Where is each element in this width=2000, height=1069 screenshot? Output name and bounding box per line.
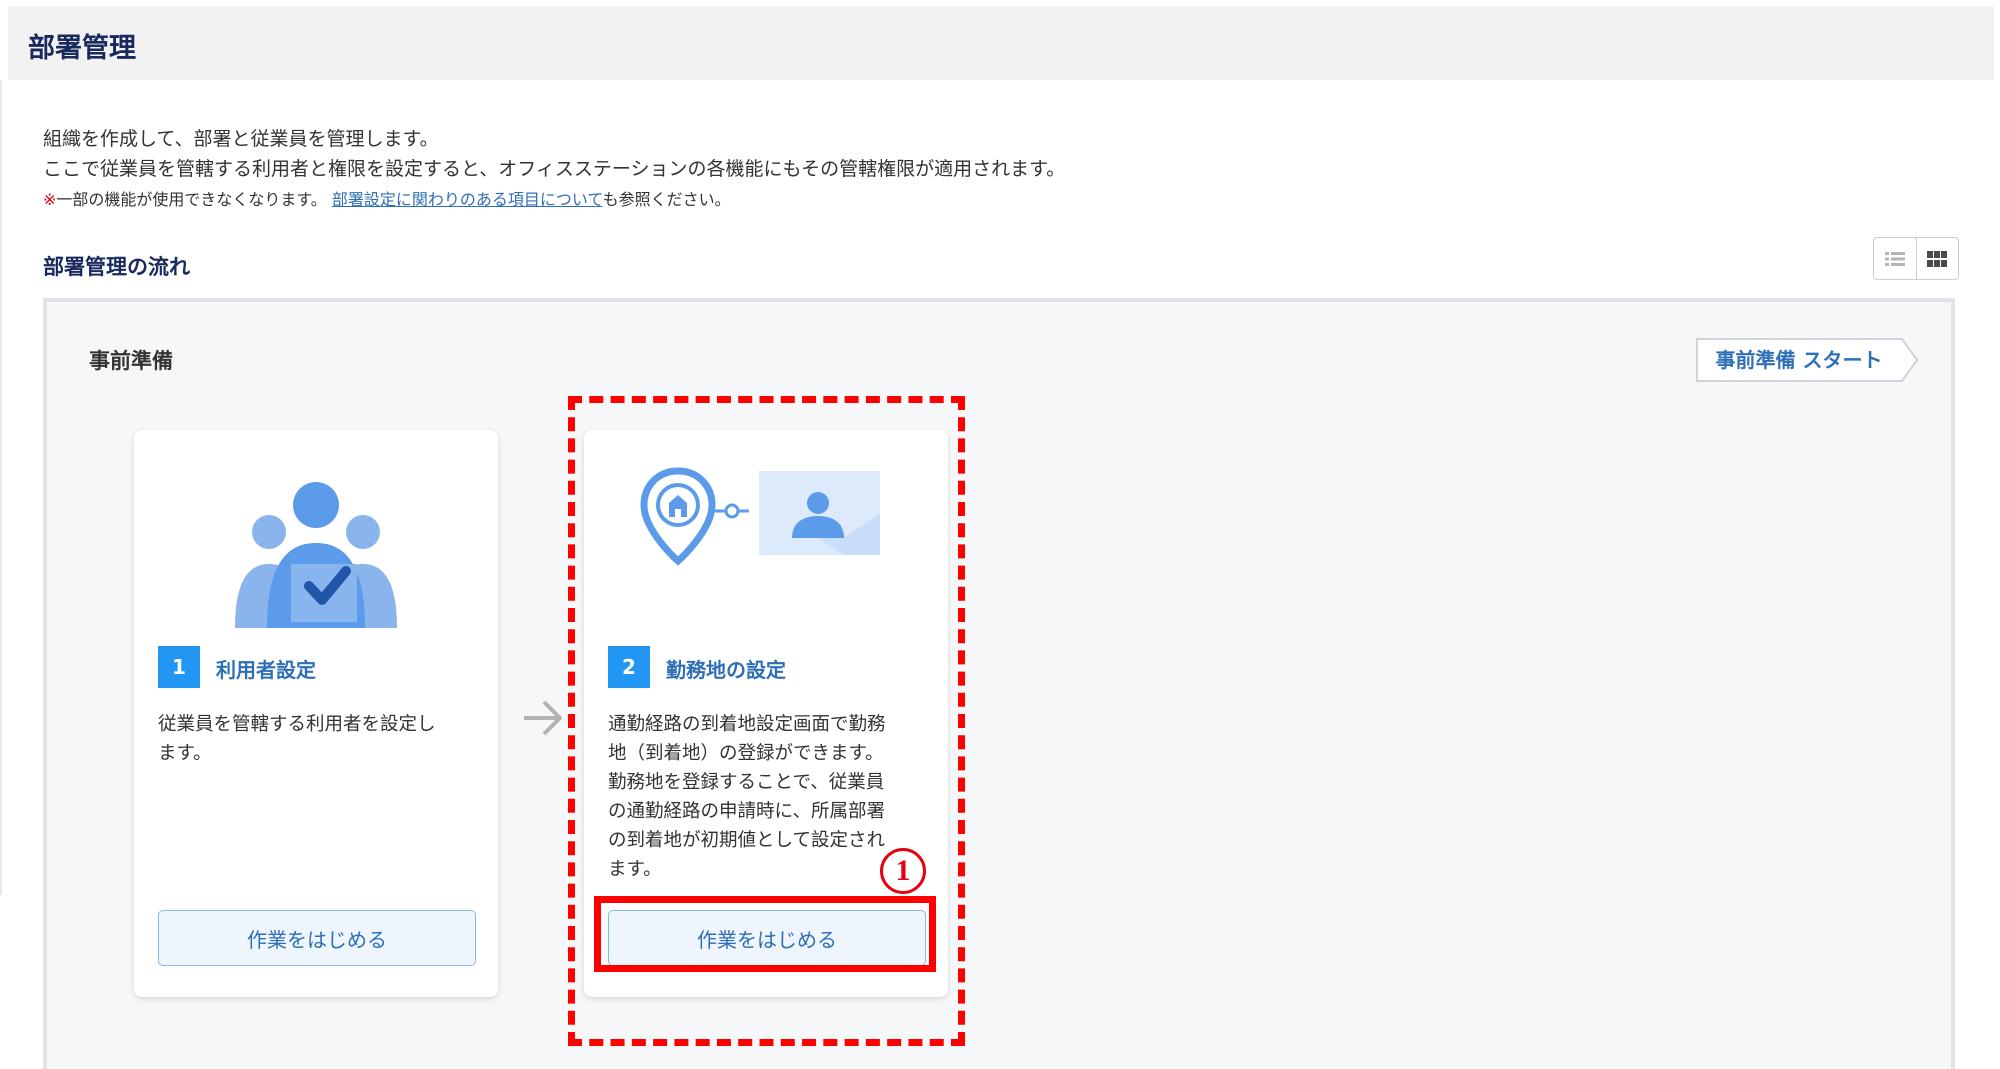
step-1-title: 利用者設定 — [216, 658, 316, 682]
step-1-desc-line: ます。 — [158, 743, 212, 764]
intro-line-1: 組織を作成して、部署と従業員を管理します。 — [43, 128, 439, 150]
notice: ※一部の機能が使用できなくなります。 部署設定に関わりのある項目についても参照く… — [43, 186, 731, 210]
preparation-start-label: 事前準備 スタート — [1715, 348, 1883, 372]
view-toggle — [1873, 237, 1959, 280]
department-settings-link[interactable]: 部署設定に関わりのある項目について — [332, 190, 603, 209]
section-title: 事前準備 — [89, 349, 173, 373]
grid-view-button[interactable] — [1915, 238, 1959, 279]
step-1-desc-line: 従業員を管轄する利用者を設定し — [158, 714, 436, 735]
arrow-right-icon — [522, 698, 564, 742]
intro-line-2: ここで従業員を管轄する利用者と権限を設定すると、オフィスステーションの各機能にも… — [43, 158, 1066, 180]
step-card-1: 1 利用者設定 従業員を管轄する利用者を設定し ます。 作業をはじめる — [134, 430, 498, 997]
step-1-illustration — [134, 465, 498, 640]
user-check-icon — [235, 482, 397, 628]
step-1-start-button[interactable]: 作業をはじめる — [158, 910, 476, 966]
step-1-number: 1 — [158, 646, 200, 688]
list-view-button[interactable] — [1874, 238, 1916, 279]
page-title: 部署管理 — [28, 33, 136, 64]
list-view-icon — [1884, 251, 1905, 266]
grid-view-icon — [1927, 250, 1948, 267]
flow-title: 部署管理の流れ — [43, 255, 190, 279]
highlight-button-frame — [594, 896, 936, 972]
step-1-description: 従業員を管轄する利用者を設定し ます。 — [158, 710, 480, 768]
preparation-start-tag: 事前準備 スタート — [1696, 338, 1919, 382]
notice-text: 一部の機能が使用できなくなります。 — [56, 190, 327, 209]
page-header: 部署管理 — [8, 6, 1994, 80]
annotation-number-badge: 1 — [880, 848, 926, 894]
notice-mark: ※ — [43, 190, 57, 209]
left-divider — [0, 80, 2, 895]
notice-suffix: も参照ください。 — [602, 190, 731, 209]
